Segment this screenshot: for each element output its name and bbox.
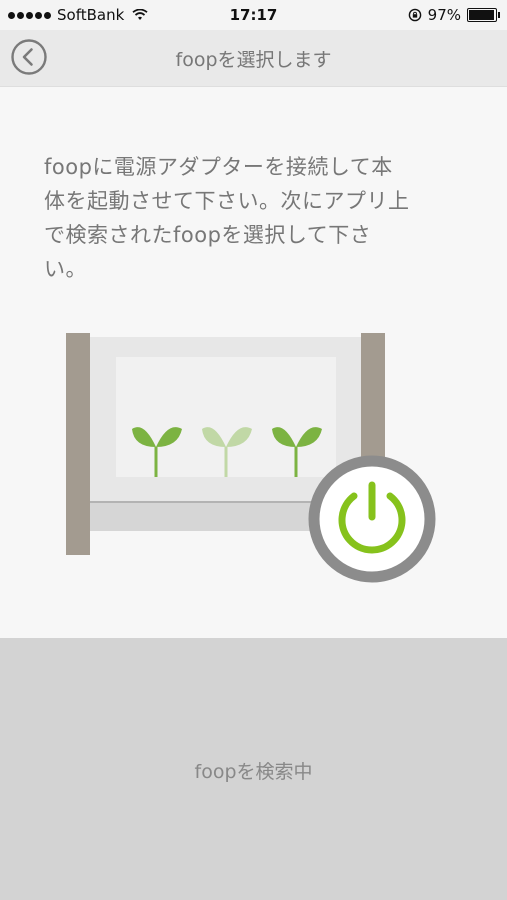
right-post <box>361 333 385 457</box>
instruction-text: foopに電源アダプターを接続して本 体を起動させて下さい。次にアプリ上 で検索… <box>44 150 474 286</box>
power-icon <box>308 455 436 583</box>
instruction-line: foopに電源アダプターを接続して本 <box>44 155 393 179</box>
instruction-line: い。 <box>44 257 87 281</box>
foop-device-illustration <box>66 333 436 583</box>
page-title: foopを選択します <box>175 49 332 71</box>
instruction-line: で検索されたfoopを選択して下さ <box>44 223 372 247</box>
search-status-text: foopを検索中 <box>194 761 313 783</box>
rotation-lock-icon <box>408 8 421 22</box>
left-post <box>66 333 90 555</box>
search-status-panel: foopを検索中 <box>0 638 507 900</box>
battery-icon <box>467 8 500 22</box>
nav-bar: foopを選択します <box>0 30 507 87</box>
instruction-line: 体を起動させて下さい。次にアプリ上 <box>44 189 410 213</box>
status-bar: SoftBank 17:17 97% <box>0 0 507 30</box>
battery-percent: 97% <box>427 6 461 24</box>
status-right: 97% <box>408 6 500 24</box>
